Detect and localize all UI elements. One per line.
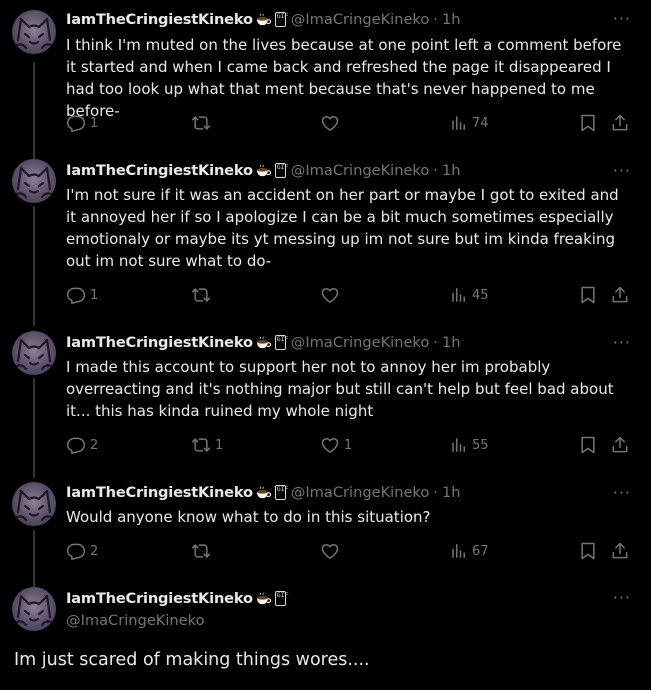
display-name[interactable]: IamTheCringiestKineko <box>66 590 253 607</box>
avatar-image <box>12 587 56 631</box>
avatar[interactable] <box>12 587 56 631</box>
focal-post-text: Im just scared of making things wores...… <box>14 650 370 670</box>
more-icon[interactable]: ··· <box>613 590 631 606</box>
gif-badge: GIF <box>274 590 289 606</box>
user-handle[interactable]: @ImaCringeKineko <box>66 612 205 629</box>
coffee-emoji-icon <box>255 590 272 607</box>
focal-post[interactable]: IamTheCringiestKineko GIF @ImaCringeKine… <box>0 0 651 690</box>
